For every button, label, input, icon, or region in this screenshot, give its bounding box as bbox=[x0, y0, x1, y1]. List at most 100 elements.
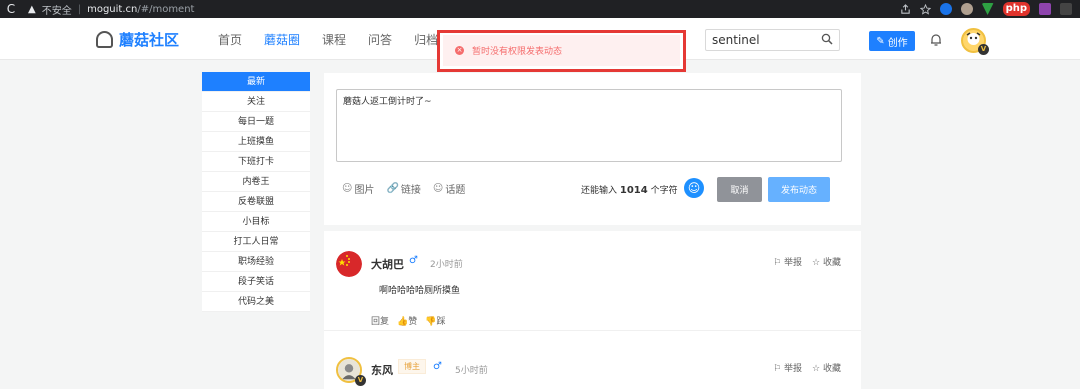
sidebar-item-follow[interactable]: 关注 bbox=[202, 92, 310, 112]
sidebar-item-clock-out[interactable]: 下班打卡 bbox=[202, 152, 310, 172]
url-host[interactable]: moguit.cn bbox=[87, 4, 137, 15]
link-icon: 🔗 bbox=[386, 183, 399, 194]
compose-card: 蘑菇人返工倒计时了~ ☺ 图片 🔗 链接 ☺ 话题 还能输入 1014 个字符 ☺ 取… bbox=[324, 73, 861, 225]
address-separator: | bbox=[77, 3, 82, 15]
tool-topic-label: 话题 bbox=[445, 185, 466, 196]
counter-suffix: 个字符 bbox=[650, 186, 678, 196]
post-list: 大胡巴 ♂ 2小时前 ⚐ 举报 ☆ 收藏 啊哈哈哈哈厕所摸鱼 回复 👍赞 👎踩 … bbox=[324, 231, 861, 389]
compose-tools: ☺ 图片 🔗 链接 ☺ 话题 bbox=[342, 181, 465, 196]
sidebar-item-code-beauty[interactable]: 代码之美 bbox=[202, 292, 310, 312]
url-path[interactable]: /#/moment bbox=[137, 4, 194, 15]
extension-dark-icon[interactable] bbox=[1060, 3, 1072, 15]
report-icon: ⚐ bbox=[773, 364, 785, 374]
mushroom-icon bbox=[96, 31, 113, 48]
post-author[interactable]: 东风 bbox=[371, 362, 393, 378]
collect-label: 收藏 bbox=[822, 364, 841, 374]
error-icon: × bbox=[455, 46, 464, 55]
bell-icon[interactable] bbox=[929, 33, 943, 47]
search-icon[interactable] bbox=[821, 33, 833, 45]
php-extension-icon[interactable]: php bbox=[1002, 2, 1030, 16]
sidebar-item-anti-involution[interactable]: 反卷联盟 bbox=[202, 192, 310, 212]
tool-link[interactable]: 🔗 链接 bbox=[386, 181, 420, 196]
sidebar-item-daily-question[interactable]: 每日一题 bbox=[202, 112, 310, 132]
extension-icons: php bbox=[900, 0, 1072, 18]
sidebar-item-slacking[interactable]: 上班摸鱼 bbox=[202, 132, 310, 152]
like-label: 赞 bbox=[408, 317, 418, 327]
post-actions: ⚐ 举报 ☆ 收藏 bbox=[773, 255, 841, 268]
search-box bbox=[705, 29, 840, 51]
star-icon[interactable] bbox=[919, 3, 931, 15]
sidebar-item-jokes[interactable]: 段子笑话 bbox=[202, 272, 310, 292]
create-label: 创作 bbox=[887, 37, 908, 49]
report-icon: ⚐ bbox=[773, 258, 785, 268]
star-outline-icon: ☆ bbox=[812, 258, 823, 268]
author-tag: 博主 bbox=[398, 359, 426, 374]
tool-image-label: 图片 bbox=[354, 185, 375, 196]
verified-badge: V bbox=[355, 375, 366, 386]
emoji-icon[interactable]: ☺ bbox=[684, 178, 704, 198]
reload-icon[interactable]: C bbox=[0, 2, 22, 16]
sidebar-item-worker-daily[interactable]: 打工人日常 bbox=[202, 232, 310, 252]
thumb-up-icon: 👍 bbox=[397, 317, 409, 327]
extension-blue-icon[interactable] bbox=[939, 3, 952, 15]
reply-button[interactable]: 回复 bbox=[371, 314, 389, 327]
extension-green-icon[interactable] bbox=[981, 3, 994, 15]
char-counter: 还能输入 1014 个字符 bbox=[581, 183, 678, 196]
error-toast: × 暂时没有权限发表动态 bbox=[437, 30, 686, 72]
site-logo[interactable]: 蘑菇社区 bbox=[96, 29, 179, 50]
extension-purple-icon[interactable] bbox=[1039, 3, 1051, 15]
report-button[interactable]: ⚐ 举报 bbox=[773, 361, 802, 374]
main-nav: 首页 蘑菇圈 课程 问答 归档 bbox=[218, 18, 460, 60]
report-label: 举报 bbox=[784, 258, 803, 268]
star-outline-icon: ☆ bbox=[812, 364, 823, 374]
male-icon: ♂ bbox=[409, 255, 418, 266]
thumb-down-icon: 👎 bbox=[425, 317, 437, 327]
dislike-label: 踩 bbox=[436, 317, 446, 327]
search-input[interactable] bbox=[706, 30, 816, 50]
nav-qa[interactable]: 问答 bbox=[368, 31, 392, 48]
post-time: 2小时前 bbox=[430, 260, 463, 270]
collect-button[interactable]: ☆ 收藏 bbox=[812, 255, 841, 268]
collect-label: 收藏 bbox=[822, 258, 841, 268]
create-button[interactable]: ✎ 创作 bbox=[869, 31, 915, 51]
report-button[interactable]: ⚐ 举报 bbox=[773, 255, 802, 268]
warning-icon: ▲ bbox=[28, 3, 36, 15]
post-footer: 回复 👍赞 👎踩 bbox=[371, 314, 445, 327]
post-actions: ⚐ 举报 ☆ 收藏 bbox=[773, 361, 841, 374]
nav-archive[interactable]: 归档 bbox=[414, 31, 438, 48]
sidebar-item-small-goals[interactable]: 小目标 bbox=[202, 212, 310, 232]
publish-button[interactable]: 发布动态 bbox=[768, 177, 830, 202]
toast-body: × 暂时没有权限发表动态 bbox=[443, 35, 680, 66]
cancel-button[interactable]: 取消 bbox=[717, 177, 762, 202]
post-item: 大胡巴 ♂ 2小时前 ⚐ 举报 ☆ 收藏 啊哈哈哈哈厕所摸鱼 回复 👍赞 👎踩 bbox=[324, 231, 861, 331]
tool-topic[interactable]: ☺ 话题 bbox=[433, 181, 465, 196]
report-label: 举报 bbox=[784, 364, 803, 374]
sidebar-item-latest[interactable]: 最新 bbox=[202, 72, 310, 92]
sidebar-item-workplace[interactable]: 职场经验 bbox=[202, 252, 310, 272]
dislike-button[interactable]: 👎踩 bbox=[425, 314, 445, 327]
post-author[interactable]: 大胡巴 bbox=[371, 256, 404, 272]
sidebar-item-involution-king[interactable]: 内卷王 bbox=[202, 172, 310, 192]
post-avatar[interactable] bbox=[336, 251, 362, 277]
collect-button[interactable]: ☆ 收藏 bbox=[812, 361, 841, 374]
browser-bar: C ▲ 不安全 | moguit.cn /#/moment php bbox=[0, 0, 1080, 18]
counter-prefix: 还能输入 bbox=[581, 186, 618, 196]
insecure-label[interactable]: 不安全 bbox=[42, 2, 72, 17]
logo-text: 蘑菇社区 bbox=[119, 31, 180, 49]
nav-home[interactable]: 首页 bbox=[218, 31, 242, 48]
share-icon[interactable] bbox=[900, 3, 911, 15]
like-button[interactable]: 👍赞 bbox=[397, 314, 417, 327]
tool-image[interactable]: ☺ 图片 bbox=[342, 181, 374, 196]
counter-value: 1014 bbox=[619, 185, 648, 196]
post-item: V 东风 博主 ♂ 5小时前 ⚐ 举报 ☆ 收藏 bbox=[324, 331, 861, 389]
pen-icon: ✎ bbox=[876, 35, 885, 47]
post-textarea[interactable]: 蘑菇人返工倒计时了~ bbox=[336, 89, 842, 162]
male-icon: ♂ bbox=[433, 361, 442, 372]
post-content: 啊哈哈哈哈厕所摸鱼 bbox=[379, 286, 461, 296]
nav-moment[interactable]: 蘑菇圈 bbox=[264, 31, 300, 48]
verified-badge: V bbox=[978, 44, 989, 55]
extension-avatar-icon[interactable] bbox=[960, 3, 973, 15]
nav-course[interactable]: 课程 bbox=[322, 31, 346, 48]
toast-message: 暂时没有权限发表动态 bbox=[472, 47, 563, 57]
tool-link-label: 链接 bbox=[400, 185, 421, 196]
